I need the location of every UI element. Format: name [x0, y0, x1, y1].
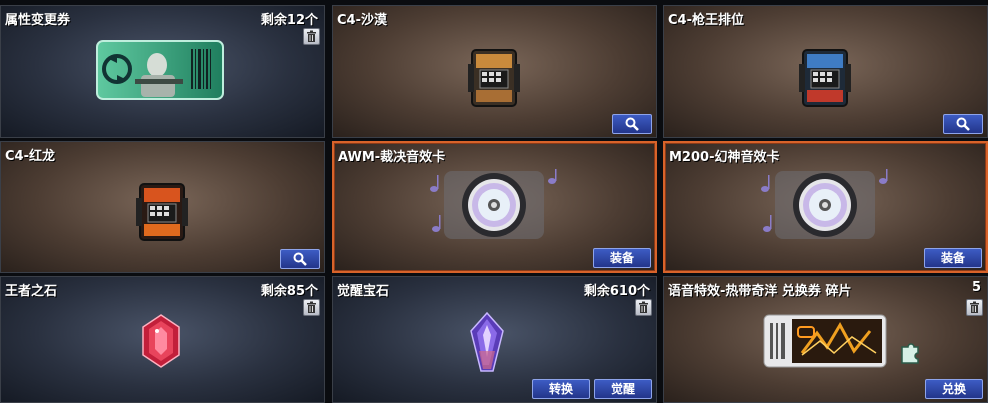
item-count: 剩余85个	[260, 284, 318, 299]
equip-button[interactable]: 装备	[924, 248, 982, 268]
item-title: C4-红龙	[5, 149, 55, 164]
magnifier-icon	[625, 117, 639, 131]
item-card-awm-sound-card[interactable]: AWM-裁决音效卡 装备	[332, 141, 657, 273]
trash-icon[interactable]	[303, 299, 320, 316]
item-card-c4-ranked[interactable]: C4-枪王排位	[663, 5, 988, 138]
item-title: C4-枪王排位	[668, 13, 744, 28]
item-card-attribute-ticket[interactable]: 属性变更券 剩余12个	[0, 5, 325, 138]
item-title: 语音特效-热带奇洋 兑换券 碎片	[668, 284, 852, 299]
item-title: AWM-裁决音效卡	[338, 150, 446, 165]
voice-ticket-image	[763, 314, 887, 368]
inspect-button[interactable]	[280, 249, 320, 269]
item-card-c4-desert[interactable]: C4-沙漠	[332, 5, 657, 138]
item-card-c4-red-dragon[interactable]: C4-红龙	[0, 141, 325, 273]
item-title: M200-幻神音效卡	[669, 150, 780, 165]
inventory-grid: 属性变更券 剩余12个 C4-沙漠 C4-枪王排位 C4-红龙 AWM-裁决音效…	[0, 0, 988, 403]
music-note-icon	[761, 175, 770, 192]
trash-icon[interactable]	[635, 299, 652, 316]
item-card-awakening-gem[interactable]: 觉醒宝石 剩余610个 转换 觉醒	[332, 276, 657, 403]
music-note-icon	[430, 175, 439, 192]
item-title: 觉醒宝石	[337, 284, 390, 299]
item-count: 5	[971, 280, 981, 295]
item-title: 王者之石	[5, 284, 58, 299]
item-title: C4-沙漠	[337, 13, 387, 28]
equip-button[interactable]: 装备	[593, 248, 651, 268]
convert-button[interactable]: 转换	[532, 379, 590, 399]
inspect-button[interactable]	[612, 114, 652, 134]
magnifier-icon	[293, 252, 307, 266]
gem-icon	[470, 311, 504, 372]
item-card-king-stone[interactable]: 王者之石 剩余85个	[0, 276, 325, 403]
item-count: 剩余12个	[260, 13, 318, 28]
item-card-m200-sound-card[interactable]: M200-幻神音效卡 装备	[663, 141, 988, 273]
redeem-button[interactable]: 兑换	[925, 379, 983, 399]
gem-icon	[142, 314, 180, 368]
c4-bomb-icon	[468, 49, 520, 107]
magnifier-icon	[956, 117, 970, 131]
item-title: 属性变更券	[5, 13, 71, 28]
awaken-button[interactable]: 觉醒	[594, 379, 652, 399]
item-count: 剩余610个	[583, 284, 650, 299]
c4-bomb-icon	[136, 183, 188, 241]
puzzle-piece-icon	[901, 343, 919, 364]
trash-icon[interactable]	[966, 299, 983, 316]
ticket-image	[96, 40, 224, 100]
c4-bomb-icon	[799, 49, 851, 107]
disc-icon	[430, 169, 557, 239]
inspect-button[interactable]	[943, 114, 983, 134]
disc-icon	[761, 169, 888, 239]
trash-icon[interactable]	[303, 28, 320, 45]
item-card-voice-effect-fragment[interactable]: 语音特效-热带奇洋 兑换券 碎片 5 兑换	[663, 276, 988, 403]
